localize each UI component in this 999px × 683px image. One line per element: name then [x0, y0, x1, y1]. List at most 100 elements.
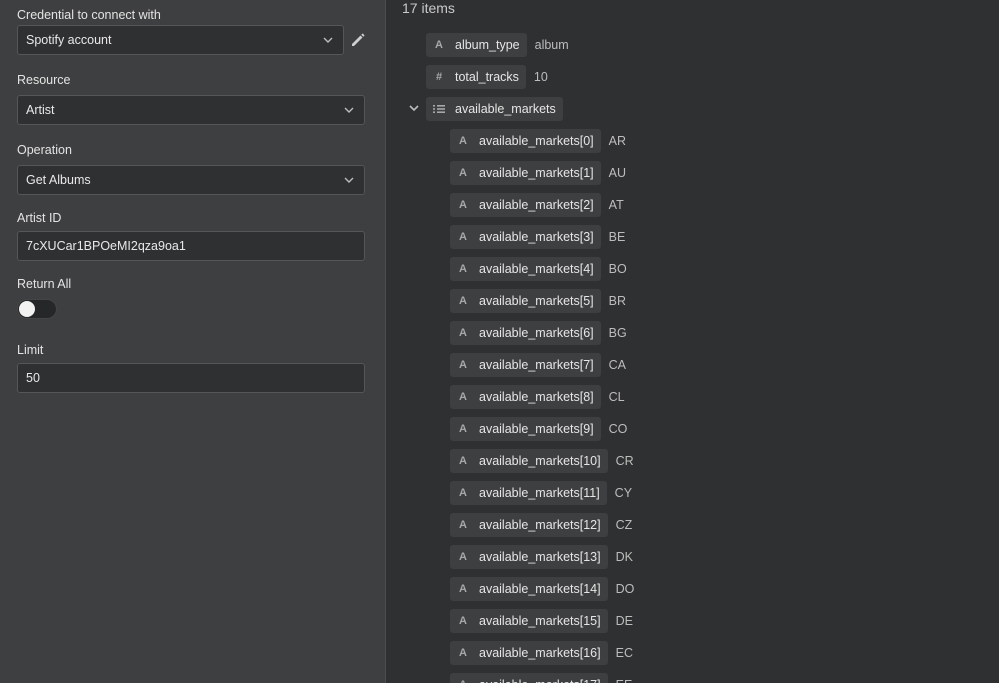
field-key: available_markets[4]	[479, 262, 594, 276]
field-key-pill[interactable]: # total_tracks	[426, 65, 526, 89]
field-value: AR	[608, 134, 627, 148]
field-key-pill[interactable]: A album_type	[426, 33, 527, 57]
field-value: CA	[608, 358, 627, 372]
field-key-pill[interactable]: Aavailable_markets[1]	[450, 161, 601, 185]
artist-id-label: Artist ID	[17, 211, 62, 225]
string-type-icon: A	[459, 647, 467, 659]
field-value: DK	[615, 550, 633, 564]
limit-label: Limit	[17, 343, 44, 357]
field-key: available_markets[15]	[479, 614, 601, 628]
string-type-icon: A	[459, 519, 467, 531]
field-row-total-tracks: # total_tracks 10	[426, 65, 548, 89]
credential-label: Credential to connect with	[17, 8, 161, 22]
list-item: Aavailable_markets[2] AT	[450, 193, 624, 217]
operation-label: Operation	[17, 143, 72, 157]
field-key: available_markets[6]	[479, 326, 594, 340]
field-row-available-markets: available_markets	[426, 97, 563, 121]
field-value: BO	[608, 262, 627, 276]
field-row-album-type: A album_type album	[426, 33, 569, 57]
string-type-icon: A	[459, 583, 467, 595]
field-key: available_markets[8]	[479, 390, 594, 404]
limit-value: 50	[26, 371, 40, 385]
credential-select[interactable]: Spotify account	[17, 25, 344, 55]
field-value: DO	[615, 582, 635, 596]
string-type-icon: A	[459, 263, 467, 275]
list-item: Aavailable_markets[6] BG	[450, 321, 627, 345]
field-key-pill[interactable]: Aavailable_markets[9]	[450, 417, 601, 441]
return-all-label: Return All	[17, 277, 72, 291]
operation-select[interactable]: Get Albums	[17, 165, 365, 195]
field-value: BE	[608, 230, 626, 244]
field-key: available_markets[1]	[479, 166, 594, 180]
field-value: BG	[608, 326, 627, 340]
field-key-pill[interactable]: available_markets	[426, 97, 563, 121]
field-key: available_markets[16]	[479, 646, 601, 660]
chevron-down-icon	[344, 107, 354, 113]
field-value: CO	[608, 422, 628, 436]
list-item: Aavailable_markets[10] CR	[450, 449, 634, 473]
field-key: total_tracks	[455, 70, 519, 84]
list-item: Aavailable_markets[0] AR	[450, 129, 626, 153]
list-item: Aavailable_markets[14] DO	[450, 577, 634, 601]
field-key: available_markets[14]	[479, 582, 601, 596]
resource-value: Artist	[26, 103, 55, 117]
list-item: Aavailable_markets[3] BE	[450, 225, 625, 249]
field-key: available_markets[10]	[479, 454, 601, 468]
operation-value: Get Albums	[26, 173, 91, 187]
field-key-pill[interactable]: Aavailable_markets[11]	[450, 481, 607, 505]
field-value: 10	[533, 70, 548, 84]
list-item: Aavailable_markets[15] DE	[450, 609, 633, 633]
field-key-pill[interactable]: Aavailable_markets[10]	[450, 449, 608, 473]
field-key-pill[interactable]: Aavailable_markets[7]	[450, 353, 601, 377]
string-type-icon: A	[459, 135, 467, 147]
field-key-pill[interactable]: Aavailable_markets[13]	[450, 545, 608, 569]
string-type-icon: A	[459, 167, 467, 179]
field-key-pill[interactable]: Aavailable_markets[3]	[450, 225, 601, 249]
string-type-icon: A	[459, 327, 467, 339]
field-key-pill[interactable]: Aavailable_markets[12]	[450, 513, 608, 537]
list-item: Aavailable_markets[9] CO	[450, 417, 627, 441]
field-key-pill[interactable]: Aavailable_markets[16]	[450, 641, 608, 665]
field-value: AT	[608, 198, 624, 212]
list-item: Aavailable_markets[7] CA	[450, 353, 626, 377]
return-all-toggle[interactable]	[17, 299, 57, 319]
string-type-icon: A	[459, 615, 467, 627]
field-key: available_markets[7]	[479, 358, 594, 372]
resource-select[interactable]: Artist	[17, 95, 365, 125]
list-item: Aavailable_markets[16] EC	[450, 641, 633, 665]
artist-id-input[interactable]: 7cXUCar1BPOeMI2qza9oa1	[17, 231, 365, 261]
field-key: available_markets[12]	[479, 518, 601, 532]
field-key: available_markets	[455, 102, 556, 116]
field-key-pill[interactable]: Aavailable_markets[15]	[450, 609, 608, 633]
field-key-pill[interactable]: Aavailable_markets[17]	[450, 673, 608, 683]
string-type-icon: A	[459, 391, 467, 403]
field-key: available_markets[9]	[479, 422, 594, 436]
field-value: album	[534, 38, 569, 52]
list-icon	[433, 105, 445, 113]
field-key: album_type	[455, 38, 520, 52]
field-key-pill[interactable]: Aavailable_markets[0]	[450, 129, 601, 153]
field-key-pill[interactable]: Aavailable_markets[8]	[450, 385, 601, 409]
field-key: available_markets[13]	[479, 550, 601, 564]
field-key-pill[interactable]: Aavailable_markets[6]	[450, 321, 601, 345]
field-key: available_markets[5]	[479, 294, 594, 308]
field-value: CL	[608, 390, 625, 404]
collapse-chevron-icon[interactable]	[408, 102, 420, 114]
list-item: Aavailable_markets[12] CZ	[450, 513, 632, 537]
field-key-pill[interactable]: Aavailable_markets[2]	[450, 193, 601, 217]
list-item: Aavailable_markets[11] CY	[450, 481, 632, 505]
field-value: CY	[614, 486, 633, 500]
string-type-icon: A	[459, 423, 467, 435]
edit-credential-icon[interactable]	[349, 31, 367, 49]
field-value: CR	[615, 454, 634, 468]
field-key-pill[interactable]: Aavailable_markets[4]	[450, 257, 601, 281]
string-type-icon: A	[435, 39, 443, 51]
string-type-icon: A	[459, 359, 467, 371]
field-key-pill[interactable]: Aavailable_markets[14]	[450, 577, 608, 601]
resource-label: Resource	[17, 73, 71, 87]
string-type-icon: A	[459, 295, 467, 307]
toggle-knob	[19, 301, 35, 317]
limit-input[interactable]: 50	[17, 363, 365, 393]
field-key: available_markets[17]	[479, 678, 601, 683]
field-key-pill[interactable]: Aavailable_markets[5]	[450, 289, 601, 313]
